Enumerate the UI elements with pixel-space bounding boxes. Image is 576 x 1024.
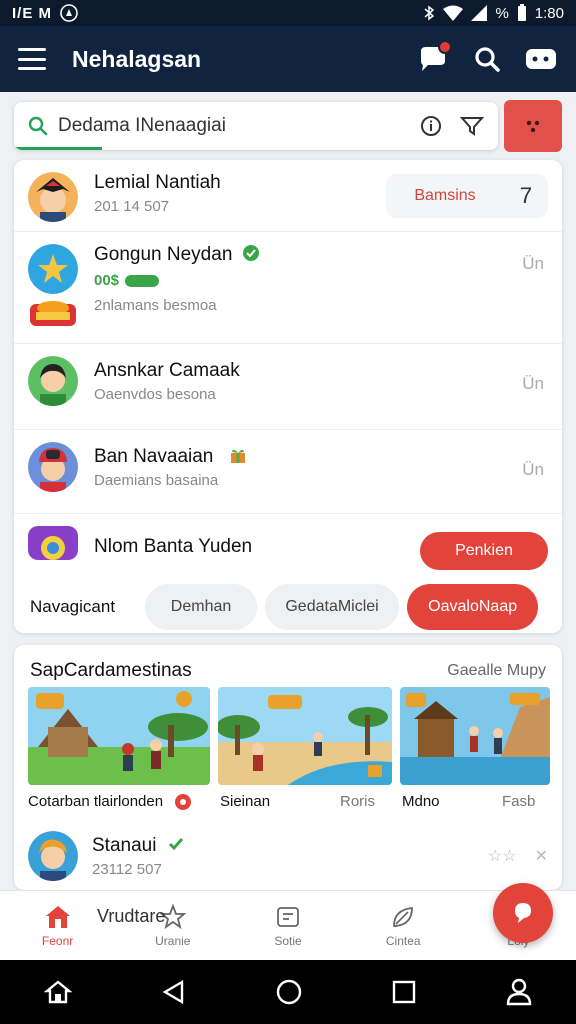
- contact-name: Gongun Neydan: [94, 244, 260, 266]
- nav-overlay-text: Vrudtare: [97, 906, 166, 926]
- game-caption: Roris: [340, 793, 376, 810]
- contact-subtitle: Daemians basaina: [94, 472, 219, 489]
- status-left-text: I/E M: [12, 4, 53, 22]
- avatar: [28, 442, 78, 492]
- meta-text: Ün: [522, 374, 544, 393]
- action-button[interactable]: Bamsins: [386, 174, 504, 218]
- check-icon: [168, 837, 183, 850]
- recents-icon[interactable]: [391, 979, 417, 1005]
- home-outline-icon[interactable]: [44, 979, 73, 1005]
- status-bar: I/E M % 1:80: [0, 0, 576, 26]
- points-tag: 00$: [94, 272, 120, 289]
- game-logo-icon: [30, 301, 76, 326]
- menu-icon[interactable]: [18, 48, 46, 70]
- status-time: 1:80: [534, 4, 564, 22]
- tab-chip[interactable]: GedataMiclei: [264, 583, 400, 630]
- filter-icon[interactable]: [460, 115, 484, 137]
- tabs-label: Navagicant: [30, 596, 116, 616]
- filter-tabs: Navagicant Demhan GedataMiclei OavaloNaa…: [14, 580, 562, 633]
- game-caption: Fasb: [502, 793, 536, 810]
- notification-badge: [438, 40, 452, 54]
- battery-icon: [517, 4, 526, 21]
- flag-icon: [175, 794, 191, 810]
- meta-text: Ün: [522, 254, 544, 273]
- contact-name: Lemial Nantiah: [94, 172, 221, 193]
- friend-name: Stanaui: [92, 835, 184, 857]
- section-title: SapCardamestinas: [30, 660, 192, 681]
- contact-subtitle: 2nlamans besmoa: [94, 297, 217, 314]
- search-bar[interactable]: Dedama INenaagiai: [14, 102, 498, 150]
- game-caption: Mdno: [402, 793, 440, 810]
- avatar: [28, 244, 78, 294]
- gift-icon: [230, 449, 245, 463]
- info-icon[interactable]: [420, 115, 442, 137]
- battery-percent: %: [495, 4, 509, 22]
- game-thumbnail[interactable]: [218, 687, 392, 785]
- search-input[interactable]: Dedama INenaagiai: [58, 115, 226, 137]
- contacts-card: Lemial Nantiah 201 14 507 Bamsins 7 Gong…: [14, 160, 562, 633]
- game-thumbnail[interactable]: [400, 687, 550, 785]
- avatar: [28, 526, 78, 560]
- gamepad-button[interactable]: [524, 42, 558, 76]
- nav-explore[interactable]: Cintea: [346, 891, 461, 960]
- message-icon: [277, 906, 299, 927]
- list-item[interactable]: Gongun Neydan 00$ 2nlamans besmoa Ün: [14, 232, 562, 344]
- notifications-button[interactable]: [416, 40, 452, 76]
- rating-stars[interactable]: ☆☆: [488, 846, 517, 866]
- app-bar: Nehalagsan: [0, 26, 576, 92]
- action-button[interactable]: Penkien: [420, 532, 548, 570]
- list-item[interactable]: Ban Navaaian Daemians basaina Ün: [14, 430, 562, 514]
- avatar: [28, 831, 78, 881]
- game-thumbnails: [28, 687, 550, 787]
- compass-icon: [60, 4, 78, 22]
- search-icon: [475, 47, 500, 72]
- friend-row[interactable]: Stanaui 23112 507 ☆☆ ✕: [28, 827, 548, 885]
- search-icon: [28, 116, 48, 136]
- bluetooth-icon: [424, 5, 435, 21]
- close-icon[interactable]: ✕: [535, 846, 548, 866]
- see-more-link[interactable]: Gaealle Mupy: [447, 662, 546, 680]
- avatar: [28, 172, 78, 222]
- game-thumbnail[interactable]: [28, 687, 210, 785]
- chat-icon: [515, 903, 531, 923]
- home-icon: [45, 905, 70, 928]
- contact-name: Ansnkar Camaak: [94, 360, 240, 381]
- contact-subtitle: 201 14 507: [94, 198, 170, 215]
- bottom-nav: Feonr Uranie Sotie Cintea Loly: [0, 890, 576, 960]
- search-button[interactable]: [470, 42, 504, 76]
- list-item[interactable]: Lemial Nantiah 201 14 507 Bamsins 7: [14, 160, 562, 232]
- game-caption: Sieinan: [220, 793, 271, 810]
- back-icon[interactable]: [161, 979, 187, 1005]
- tab-chip[interactable]: Demhan: [145, 583, 257, 630]
- gamepad-icon: [526, 49, 556, 69]
- page-title: Nehalagsan: [72, 45, 202, 72]
- level-badge: [125, 274, 160, 287]
- games-card: SapCardamestinas Gaealle Mupy Cotarban t…: [14, 645, 562, 890]
- dots-icon: [526, 120, 540, 133]
- account-icon[interactable]: [506, 978, 532, 1006]
- list-item[interactable]: Ansnkar Camaak Oaenvdos besona Ün: [14, 344, 562, 430]
- nav-messages[interactable]: Sotie: [230, 891, 345, 960]
- search-focus-underline: [14, 147, 102, 150]
- wifi-icon: [443, 5, 464, 21]
- meta-text: Ün: [522, 460, 544, 479]
- tab-chip-active[interactable]: OavaloNaap: [407, 583, 538, 630]
- contact-name: Ban Navaaian: [94, 446, 247, 468]
- friend-subtitle: 23112 507: [92, 860, 162, 878]
- game-caption: Cotarban tlairlonden: [28, 793, 164, 810]
- leaf-icon: [393, 906, 414, 927]
- list-item[interactable]: Nlom Banta Yuden Penkien: [14, 514, 562, 580]
- home-circle-icon[interactable]: [275, 978, 303, 1006]
- count-badge[interactable]: 7: [504, 174, 548, 218]
- verified-icon: [242, 245, 259, 261]
- avatar: [28, 356, 78, 406]
- floating-action-button[interactable]: [493, 883, 553, 943]
- system-nav-bar: [0, 960, 576, 1024]
- contact-subtitle: Oaenvdos besona: [94, 386, 216, 403]
- options-button[interactable]: [504, 100, 562, 152]
- contact-name: Nlom Banta Yuden: [94, 536, 253, 557]
- signal-icon: [471, 5, 488, 21]
